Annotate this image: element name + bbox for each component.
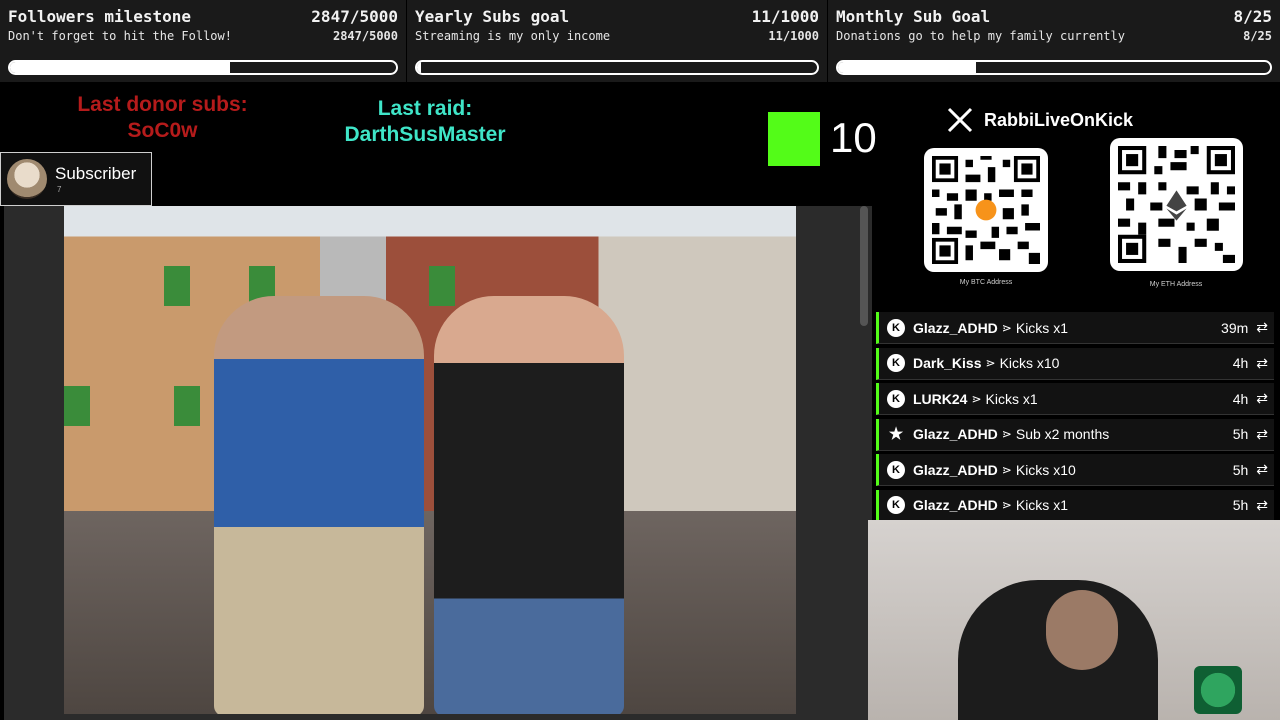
goal-count-sub: 8/25: [1243, 29, 1272, 43]
replay-icon[interactable]: ⇄: [1256, 390, 1268, 407]
alert-user: Glazz_ADHD: [913, 426, 998, 442]
goal-progress-fill: [10, 62, 230, 73]
plant-decor: [1194, 666, 1242, 714]
social-handle: RabbiLiveOnKick: [946, 106, 1133, 134]
replay-icon[interactable]: ⇄: [1256, 355, 1268, 372]
goal-subtitle: Streaming is my only income: [415, 29, 611, 43]
alert-user: Dark_Kiss: [913, 355, 982, 371]
last-raid-widget: Last raid: DarthSusMaster: [320, 96, 530, 148]
alert-user: LURK24: [913, 390, 968, 407]
social-handle-text: RabbiLiveOnKick: [984, 109, 1134, 130]
last-raid-name: DarthSusMaster: [344, 123, 506, 146]
kick-icon: K: [887, 318, 905, 337]
alert-time: 5h: [1232, 497, 1249, 513]
kick-icon: K: [887, 460, 905, 479]
window-decor: [64, 386, 90, 426]
goal-count-sub: 2847/5000: [332, 29, 398, 43]
chevron-right-icon: ⋗: [1001, 320, 1012, 335]
alert-row: K LURK24 ⋗ Kicks x1 4h ⇄: [876, 383, 1274, 415]
btc-caption: My BTC Address: [959, 279, 1013, 286]
window-decor: [429, 266, 455, 306]
alert-user: Glazz_ADHD: [913, 461, 998, 478]
goal-count-sub: 11/1000: [768, 29, 819, 43]
alert-time: 5h: [1232, 461, 1249, 478]
qr-pattern-icon: [1118, 146, 1235, 263]
subscriber-count: 7: [57, 185, 62, 194]
followers-goal-widget: Followers milestone 2847/5000 Don't forg…: [0, 0, 406, 82]
alert-event: Kicks x10: [999, 355, 1060, 371]
alert-event: Kicks x10: [1015, 461, 1076, 478]
replay-icon[interactable]: ⇄: [1256, 319, 1268, 336]
avatar: [7, 159, 47, 199]
window-decor: [174, 386, 200, 426]
alert-event: Kicks x1: [1015, 319, 1068, 336]
goal-count: 11/1000: [751, 7, 819, 26]
subscriber-badge: Subscriber 7: [0, 152, 152, 206]
monthly-sub-goal-widget: Monthly Sub Goal 8/25 Donations go to he…: [828, 0, 1280, 82]
last-donor-label: Last donor subs:: [77, 93, 248, 116]
alert-user: Glazz_ADHD: [913, 497, 998, 513]
goal-count: 8/25: [1233, 7, 1272, 26]
x-logo-icon: [947, 107, 973, 133]
qr-pattern-icon: [932, 156, 1040, 264]
streamer-face: [1046, 590, 1118, 670]
goal-progress-bar: [8, 60, 398, 75]
last-donor-name: SoC0w: [127, 119, 198, 142]
replay-icon[interactable]: ⇄: [1256, 461, 1268, 478]
replay-icon[interactable]: ⇄: [1256, 426, 1268, 443]
alert-row: K Glazz_ADHD ⋗ Kicks x1 5h ⇄: [876, 489, 1274, 522]
goal-progress-fill: [417, 62, 422, 73]
video-frame[interactable]: [64, 206, 796, 714]
alert-event: Kicks x1: [985, 390, 1038, 407]
kick-icon: K: [887, 389, 905, 408]
goal-progress-fill: [838, 62, 977, 73]
alert-time: 5h: [1232, 426, 1249, 442]
goal-title: Yearly Subs goal: [415, 7, 570, 26]
chevron-right-icon: ⋗: [985, 356, 996, 370]
goal-count: 2847/5000: [311, 7, 398, 26]
webcam-overlay: [868, 520, 1280, 720]
kick-icon: K: [887, 354, 905, 372]
chevron-right-icon: ⋗: [971, 391, 982, 406]
alert-row: K Glazz_ADHD ⋗ Kicks x10 5h ⇄: [876, 454, 1274, 486]
eth-caption: My ETH Address: [1149, 281, 1203, 288]
window-decor: [164, 266, 190, 306]
kick-count: 10: [830, 114, 877, 161]
subscriber-label: Subscriber: [55, 164, 137, 183]
goal-progress-bar: [415, 60, 819, 75]
goal-progress-bar: [836, 60, 1272, 75]
kick-logo-icon: [768, 112, 820, 166]
chevron-right-icon: ⋗: [1001, 462, 1012, 477]
person-right: [434, 296, 624, 714]
alert-time: 4h: [1232, 390, 1249, 407]
eth-qr-code: [1110, 138, 1243, 271]
alert-row: K Glazz_ADHD ⋗ Kicks x1 39m ⇄: [876, 312, 1274, 344]
alerts-feed: K Glazz_ADHD ⋗ Kicks x1 39m ⇄ K Dark_Kis…: [876, 312, 1274, 525]
chevron-right-icon: ⋗: [1001, 498, 1012, 512]
street-ground: [64, 510, 796, 714]
goal-subtitle: Donations go to help my family currently: [836, 29, 1125, 43]
goal-title: Monthly Sub Goal: [836, 7, 991, 26]
person-left: [214, 296, 424, 714]
btc-qr-code: [924, 148, 1048, 272]
alert-row: ★ Glazz_ADHD ⋗ Sub x2 months 5h ⇄: [876, 418, 1274, 451]
alert-user: Glazz_ADHD: [913, 319, 998, 336]
star-icon: ★: [888, 426, 904, 443]
replay-icon[interactable]: ⇄: [1256, 497, 1268, 514]
video-scrollbar[interactable]: [860, 206, 868, 326]
kick-icon: K: [887, 496, 905, 514]
last-raid-label: Last raid:: [377, 97, 473, 120]
alert-event: Sub x2 months: [1015, 426, 1110, 442]
alert-time: 4h: [1232, 355, 1249, 371]
last-donor-widget: Last donor subs: SoC0w: [40, 92, 285, 144]
yearly-subs-goal-widget: Yearly Subs goal 11/1000 Streaming is my…: [407, 0, 827, 82]
goal-subtitle: Don't forget to hit the Follow!: [8, 29, 232, 43]
alert-row: K Dark_Kiss ⋗ Kicks x10 4h ⇄: [876, 347, 1274, 380]
goal-title: Followers milestone: [8, 7, 192, 26]
chevron-right-icon: ⋗: [1001, 427, 1012, 441]
alert-event: Kicks x1: [1015, 497, 1068, 513]
alert-time: 39m: [1221, 319, 1249, 336]
